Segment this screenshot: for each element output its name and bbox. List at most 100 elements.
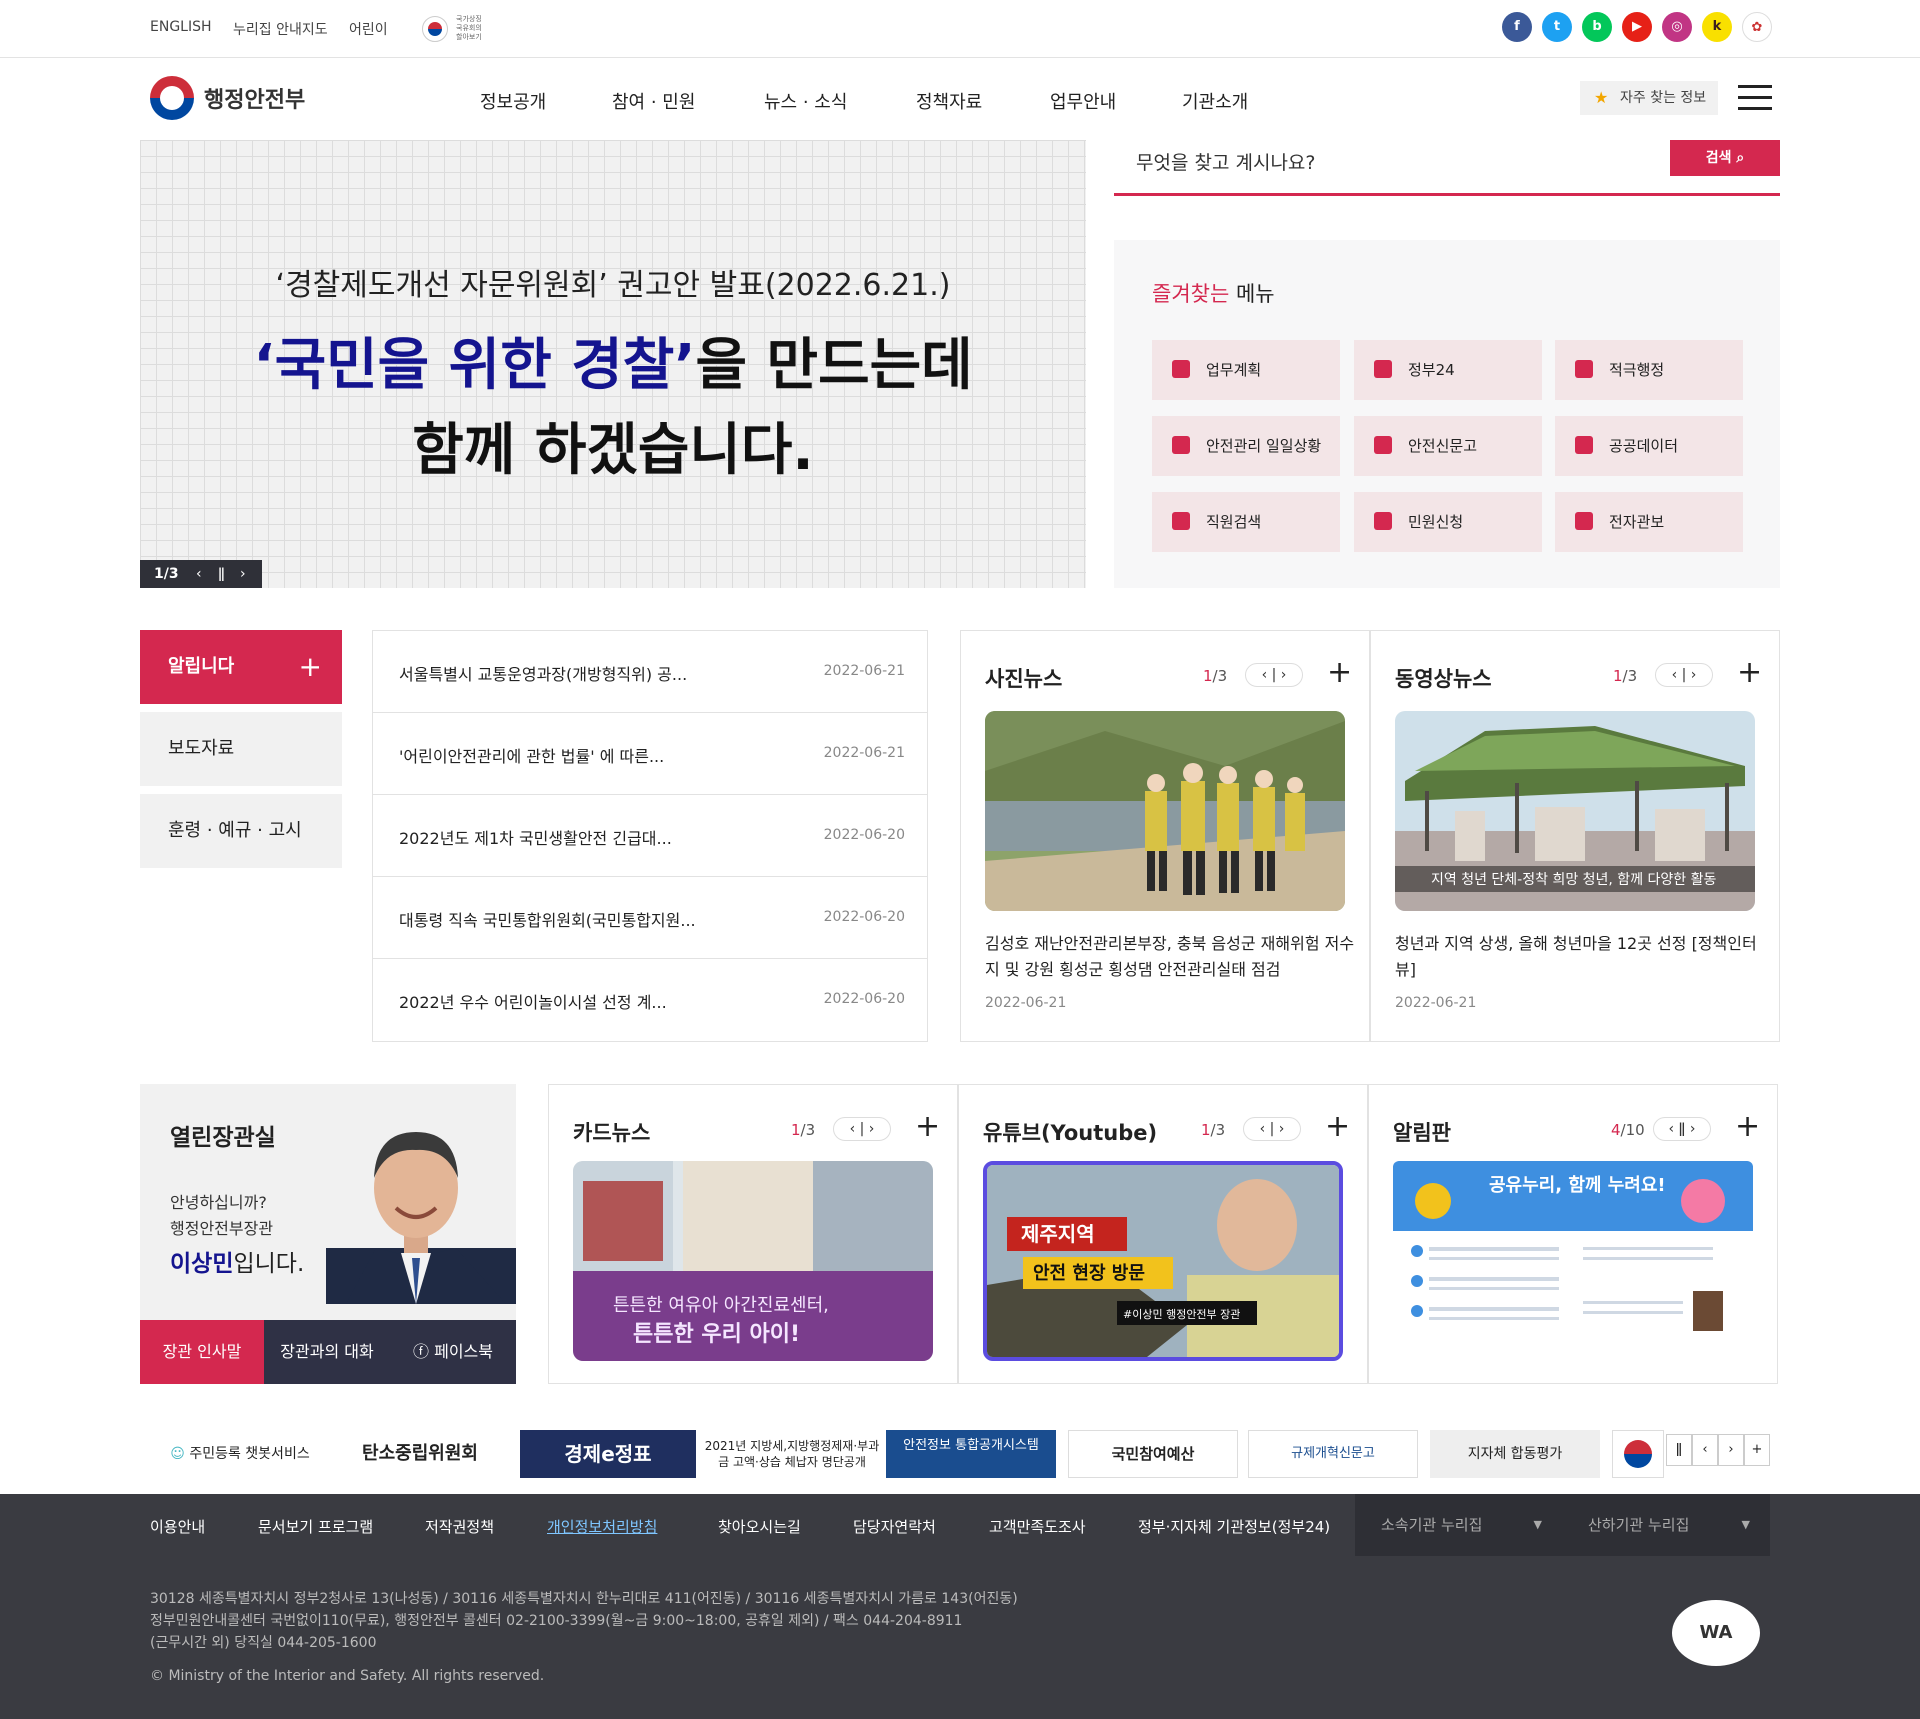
megaphone-icon: [1374, 436, 1392, 454]
card-news-picture: 튼튼한 여유아 아간진료센터, 튼튼한 우리 아이!: [573, 1161, 933, 1361]
banner-chatbot[interactable]: ☺ 주민등록 챗봇서비스: [160, 1430, 320, 1478]
footer-link-usage[interactable]: 이용안내: [150, 1516, 205, 1537]
ministry-logo-icon[interactable]: [150, 76, 194, 120]
ministry-logo-text[interactable]: 행정안전부: [204, 82, 305, 114]
hero-pause-icon[interactable]: ǁ: [218, 560, 225, 588]
plus-icon[interactable]: +: [299, 630, 322, 704]
list-item[interactable]: 대통령 직속 국민통합위원회(국민통합지원... 2022-06-20: [373, 877, 927, 959]
hero-next-icon[interactable]: ›: [240, 560, 246, 588]
tab-press-release[interactable]: 보도자료: [140, 712, 342, 786]
photo-news-more-icon[interactable]: +: [1327, 655, 1352, 690]
banner-economy[interactable]: 경제e정표: [520, 1430, 696, 1478]
frequent-info-button[interactable]: ★ 자주 찾는 정보: [1580, 81, 1718, 115]
card-news-image[interactable]: 튼튼한 여유아 아간진료센터, 튼튼한 우리 아이!: [573, 1161, 933, 1361]
banner-pause-icon[interactable]: ǁ: [1666, 1434, 1692, 1466]
page-current: 1: [1201, 1121, 1211, 1139]
youtube-icon[interactable]: ▶: [1622, 12, 1652, 42]
banner-more-icon[interactable]: +: [1744, 1434, 1770, 1466]
video-news-pagination: 1/3: [1613, 667, 1637, 685]
youtube-more-icon[interactable]: +: [1325, 1109, 1350, 1144]
banner-budget[interactable]: 국민참여예산: [1068, 1430, 1238, 1478]
video-news-nav[interactable]: ‹ | ›: [1655, 663, 1713, 687]
fav-item-staff-search[interactable]: 직원검색: [1152, 492, 1340, 552]
instagram-icon[interactable]: ◎: [1662, 12, 1692, 42]
board-more-icon[interactable]: +: [1735, 1109, 1760, 1144]
frequent-info-label: 자주 찾는 정보: [1620, 90, 1707, 106]
footer-link-copyright[interactable]: 저작권정책: [425, 1516, 494, 1537]
menu-participation[interactable]: 참여 · 민원: [612, 88, 695, 114]
card-news-nav[interactable]: ‹ | ›: [833, 1117, 891, 1141]
fav-item-work-plan[interactable]: 업무계획: [1152, 340, 1340, 400]
menu-work-guide[interactable]: 업무안내: [1050, 88, 1116, 114]
fav-item-proactive-admin[interactable]: 적극행정: [1555, 340, 1743, 400]
footer-link-directions[interactable]: 찾아오시는길: [718, 1516, 801, 1537]
kids-link[interactable]: 어린이: [349, 19, 388, 39]
banner-regulation[interactable]: 규제개혁신문고: [1248, 1430, 1418, 1478]
hero-prev-icon[interactable]: ‹: [196, 560, 202, 588]
minister-facebook-button[interactable]: ⓕ 페이스북: [390, 1320, 516, 1384]
menu-news[interactable]: 뉴스 · 소식: [764, 88, 847, 114]
fav-item-civil-petition[interactable]: 민원신청: [1354, 492, 1542, 552]
main-visual-slider[interactable]: ‘경찰제도개선 자문위원회’ 권고안 발표(2022.6.21.) ‘국민을 위…: [140, 140, 1086, 588]
etc-sns-icon[interactable]: ✿: [1742, 12, 1772, 42]
footer-link-survey[interactable]: 고객만족도조사: [989, 1516, 1086, 1537]
banner-prev-icon[interactable]: ‹: [1692, 1434, 1718, 1466]
banner-next-icon[interactable]: ›: [1718, 1434, 1744, 1466]
fav-item-safety-report[interactable]: 안전신문고: [1354, 416, 1542, 476]
footer-link-contacts[interactable]: 담당자연락처: [853, 1516, 936, 1537]
video-news-caption[interactable]: 청년과 지역 상생, 올해 청년마을 12곳 선정 [정책인터뷰]: [1395, 931, 1765, 983]
board-nav[interactable]: ‹ ǁ ›: [1653, 1117, 1711, 1141]
notice-title: 서울특별시 교통운영과장(개방형직위) 공...: [399, 665, 688, 684]
fav-item-e-gazette[interactable]: 전자관보: [1555, 492, 1743, 552]
photo-news-nav[interactable]: ‹ | ›: [1245, 663, 1303, 687]
hamburger-menu-icon[interactable]: [1738, 85, 1772, 111]
minister-greeting-button[interactable]: 장관 인사말: [140, 1320, 264, 1384]
photo-news-image[interactable]: [985, 711, 1345, 911]
banner-safety-info[interactable]: 안전정보 통합공개시스템: [886, 1430, 1056, 1478]
youtube-thumbnail[interactable]: 제주지역 안전 현장 방문 #이상민 행정안전부 장관: [983, 1161, 1343, 1361]
banner-tax-list[interactable]: 2021년 지방세,지방행정제재·부과금 고액·상습 체납자 명단공개: [704, 1430, 880, 1478]
fav-item-label: 적극행정: [1609, 361, 1665, 379]
minister-greeting: 안녕하십니까? 행정안전부장관: [170, 1190, 273, 1242]
board-image[interactable]: 공유누리, 함께 누려요!: [1393, 1161, 1753, 1361]
kakao-icon[interactable]: k: [1702, 12, 1732, 42]
facebook-icon[interactable]: f: [1502, 12, 1532, 42]
menu-info-disclosure[interactable]: 정보공개: [480, 88, 546, 114]
menu-policy-data[interactable]: 정책자료: [916, 88, 982, 114]
tab-directives[interactable]: 훈령 · 예규 · 고시: [140, 794, 342, 868]
card-news-more-icon[interactable]: +: [915, 1109, 940, 1144]
photo-news-title: 사진뉴스: [985, 667, 1063, 691]
list-item[interactable]: 2022년 우수 어린이놀이시설 선정 계... 2022-06-20: [373, 959, 927, 1041]
list-item[interactable]: '어린이안전관리에 관한 법률' 에 따른... 2022-06-21: [373, 713, 927, 795]
minister-dialogue-button[interactable]: 장관과의 대화: [264, 1320, 390, 1384]
search-button[interactable]: 검색 ⌕: [1670, 140, 1780, 176]
affiliated-sites-select[interactable]: 소속기관 누리집 ▼: [1355, 1494, 1562, 1556]
banner-next-preview[interactable]: [1612, 1430, 1664, 1478]
search-input[interactable]: 무엇을 찾고 계시나요?: [1136, 148, 1315, 175]
list-item[interactable]: 2022년도 제1차 국민생활안전 긴급대... 2022-06-20: [373, 795, 927, 877]
subsidiary-sites-select[interactable]: 산하기관 누리집 ▼: [1562, 1494, 1770, 1556]
blog-icon[interactable]: b: [1582, 12, 1612, 42]
youtube-nav[interactable]: ‹ | ›: [1243, 1117, 1301, 1141]
youtube-tag3: #이상민 행정안전부 장관: [1123, 1308, 1240, 1321]
footer-link-viewer[interactable]: 문서보기 프로그램: [258, 1516, 373, 1537]
english-link[interactable]: ENGLISH: [150, 19, 212, 35]
page-current: 4: [1611, 1121, 1621, 1139]
video-news-more-icon[interactable]: +: [1737, 655, 1762, 690]
photo-news-caption[interactable]: 김성호 재난안전관리본부장, 충북 음성군 재해위험 저수지 및 강원 횡성군 …: [985, 931, 1355, 983]
banner-carbon[interactable]: 탄소중립위원회: [350, 1430, 490, 1478]
footer-link-gov24[interactable]: 정부·지자체 기관정보(정부24): [1138, 1516, 1330, 1537]
twitter-icon[interactable]: t: [1542, 12, 1572, 42]
video-news-image[interactable]: 지역 청년 단체-정착 희망 청년, 함께 다양한 활동: [1395, 711, 1755, 911]
tab-notice[interactable]: 알립니다 +: [140, 630, 342, 704]
fav-item-public-data[interactable]: 공공데이터: [1555, 416, 1743, 476]
fav-item-gov24[interactable]: 정부24: [1354, 340, 1542, 400]
national-symbol-link[interactable]: 국가상징 국유회의 할아보기: [420, 14, 492, 44]
menu-about[interactable]: 기관소개: [1182, 88, 1248, 114]
list-item[interactable]: 서울특별시 교통운영과장(개방형직위) 공... 2022-06-21: [373, 631, 927, 713]
footer-link-privacy[interactable]: 개인정보처리방침: [547, 1516, 657, 1537]
fav-item-safety-daily[interactable]: 안전관리 일일상황: [1152, 416, 1340, 476]
banner-local-eval[interactable]: 지자체 합동평가: [1430, 1430, 1600, 1478]
hero-slider-controls: 1/3 ‹ ǁ ›: [140, 560, 262, 588]
sitemap-link[interactable]: 누리집 안내지도: [233, 19, 328, 39]
